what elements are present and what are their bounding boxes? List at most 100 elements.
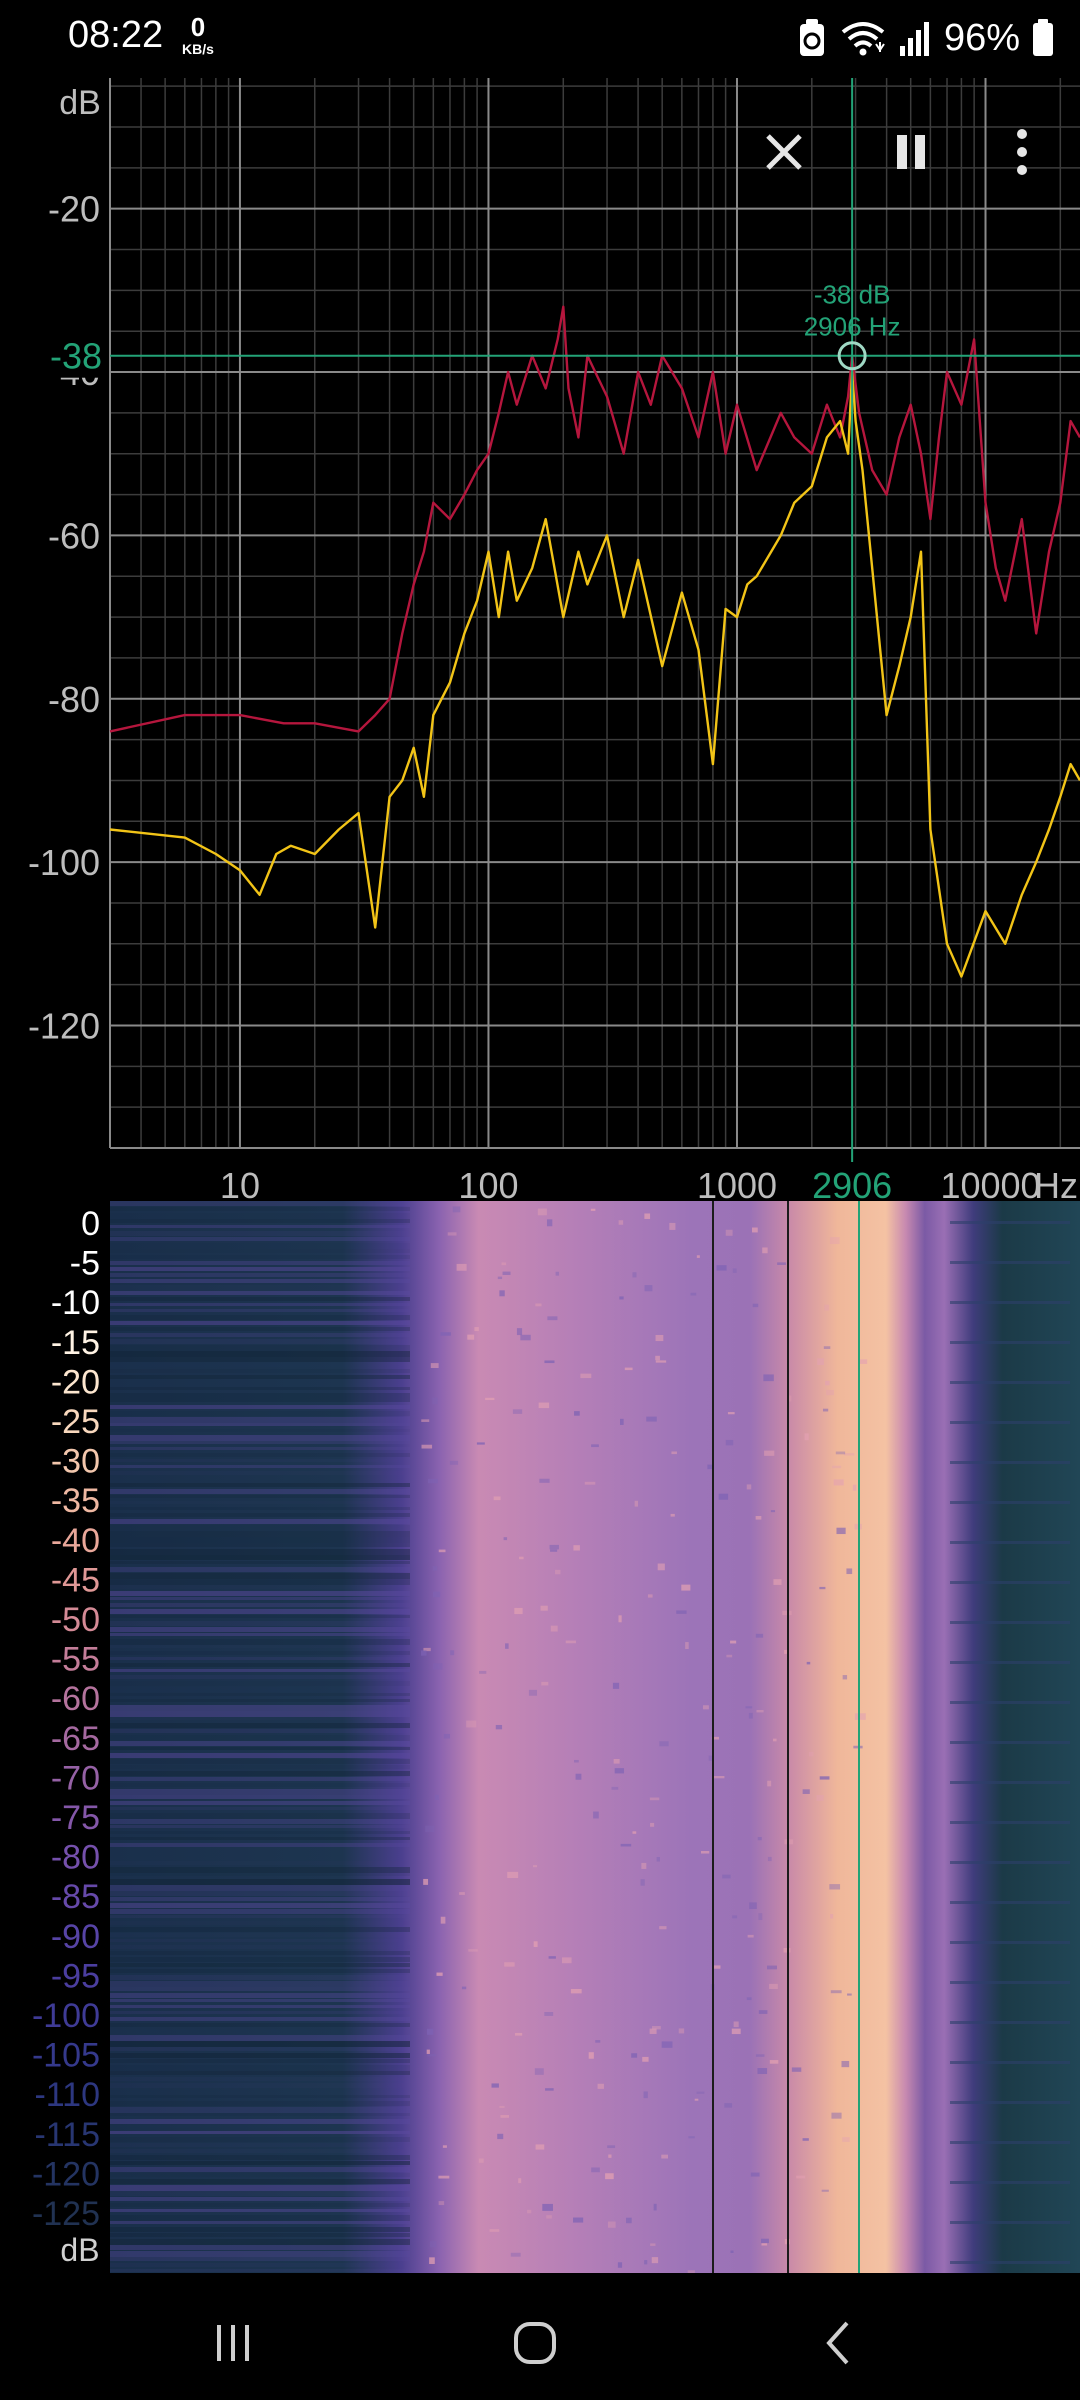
spectrogram-texture <box>762 1247 768 1254</box>
spectrogram-chart[interactable]: 0-5-10-15-20-25-30-35-40-45-50-55-60-65-… <box>0 1201 1080 2274</box>
spectrogram-texture <box>110 1369 410 1373</box>
spectrogram-texture <box>110 1825 410 1828</box>
spectrogram-texture <box>746 1997 752 2001</box>
spectrogram-texture <box>649 1797 660 1801</box>
spectrogram-texture <box>620 1843 632 1847</box>
spectrogram-texture <box>505 1643 509 1649</box>
battery-percent: 96% <box>943 16 1020 59</box>
spectrogram-unit-label: dB <box>60 2232 99 2268</box>
spectrogram-texture <box>110 2191 410 2196</box>
spectrogram-texture <box>950 1581 1070 1584</box>
spectrogram-texture <box>474 1327 479 1332</box>
spectrogram-texture <box>110 1621 410 1626</box>
spectrogram-texture <box>678 2028 685 2034</box>
x-unit-label: Hz <box>1034 1165 1078 1201</box>
spectrogram-texture <box>655 1355 660 1361</box>
spectrogram-texture <box>817 1358 824 1365</box>
spectrogram-texture <box>545 2088 554 2091</box>
spectrogram-texture <box>824 1304 830 1311</box>
spectrogram-texture <box>110 1597 410 1600</box>
spectrogram-texture <box>632 1272 637 1278</box>
spectrogram-texture <box>110 1777 410 1781</box>
x-tick-label: 10 <box>220 1165 260 1201</box>
spectrogram-texture <box>763 1374 774 1382</box>
spectrogram-texture <box>755 1516 762 1520</box>
spectrogram-texture <box>466 1720 477 1728</box>
pause-button[interactable] <box>876 117 946 187</box>
spectrogram-texture <box>520 1334 531 1341</box>
spectrogram-texture <box>432 1591 441 1598</box>
spectrogram-texture <box>806 1661 811 1665</box>
spectrogram-texture <box>110 1753 410 1758</box>
spectrogram-texture <box>750 2172 760 2177</box>
spectrum-chart[interactable]: -20-40-60-80-100-120 10100100010000Hz -3… <box>0 78 1080 1218</box>
spectrogram-texture <box>950 1541 1070 1544</box>
spectrogram-texture <box>110 2029 410 2035</box>
spectrogram-texture <box>110 1399 410 1402</box>
spectrogram-texture <box>110 1567 410 1572</box>
spectrogram-texture <box>546 2215 552 2219</box>
spectrogram-texture <box>110 1969 410 1973</box>
spectrogram-texture <box>110 1993 410 1998</box>
spectrogram-texture <box>950 2181 1070 2184</box>
spectrogram-texture <box>611 1786 619 1790</box>
y-tick-label: -80 <box>48 679 100 720</box>
spectrogram-texture <box>110 1351 410 1357</box>
spectrogram-texture <box>110 1225 410 1228</box>
cursor-readout-db: -38 dB <box>814 280 891 310</box>
spectrogram-texture <box>950 1501 1070 1504</box>
spectrogram-texture <box>110 1345 410 1351</box>
spectrogram-texture <box>461 1986 467 1990</box>
spectrogram-texture <box>110 1297 410 1301</box>
time-tick-label: -15 <box>51 1324 100 1362</box>
spectrogram-texture <box>514 1607 523 1615</box>
spectrogram-texture <box>452 1206 461 1213</box>
spectrogram-texture <box>853 1745 863 1749</box>
spectrogram-texture <box>110 2179 410 2184</box>
spectrogram-texture <box>647 1594 653 1598</box>
spectrogram-texture <box>626 2217 632 2224</box>
spectrogram-texture <box>110 2041 410 2047</box>
spectrogram-texture <box>842 1675 848 1680</box>
time-tick-label: -85 <box>51 1878 100 1916</box>
time-tick-label: -115 <box>34 2116 100 2154</box>
spectrogram-texture <box>110 2083 410 2088</box>
close-button[interactable] <box>749 117 819 187</box>
back-button[interactable] <box>798 2303 878 2383</box>
spectrogram-texture <box>512 1409 523 1414</box>
spectrogram-texture <box>580 1373 592 1379</box>
spectrogram-texture <box>544 2012 554 2016</box>
spectrogram-texture <box>591 2167 600 2173</box>
spectrogram-texture <box>749 1902 757 1910</box>
home-button[interactable] <box>495 2303 575 2383</box>
spectrogram-texture <box>110 2233 410 2237</box>
spectrogram-texture <box>671 1451 677 1455</box>
spectrogram-texture <box>110 1207 410 1211</box>
spectrogram-texture <box>110 2107 410 2113</box>
spectrogram-panel[interactable]: 0 -5 -10 -15 -20 -25 -30 -35 -40 -45 -50 -55 -60 -65-… <box>0 1201 1080 2274</box>
spectrogram-texture <box>597 2083 604 2089</box>
spectrogram-texture <box>950 2101 1070 2104</box>
spectrogram-texture <box>110 1771 410 1776</box>
spectrogram-texture <box>757 2068 768 2075</box>
spectrogram-texture <box>773 1579 782 1585</box>
spectrogram-texture <box>436 1972 443 1976</box>
spectrogram-texture <box>730 1640 737 1644</box>
spectrogram-texture <box>544 1360 555 1364</box>
spectrogram-texture <box>440 1916 446 1924</box>
cursor-freq-axis-label: 2906 <box>812 1165 892 1201</box>
cursor-db-axis-label: -38 <box>50 336 102 377</box>
spectrogram-texture <box>607 2221 616 2228</box>
spectrogram-texture <box>854 1713 866 1720</box>
more-options-button[interactable] <box>987 117 1057 187</box>
spectrogram-texture <box>669 1222 676 1230</box>
recents-button[interactable] <box>193 2303 273 2383</box>
spectrogram-texture <box>535 1303 542 1307</box>
spectrogram-texture <box>713 1775 725 1779</box>
spectrogram-texture <box>590 1208 596 1211</box>
spectrogram-texture <box>110 1261 410 1265</box>
spectrogram-texture <box>619 1296 624 1300</box>
spectrum-panel[interactable]: -20-40-60-80-100-120 10100100010000Hz -3… <box>0 78 1080 1218</box>
spectrogram-texture <box>110 1393 410 1399</box>
spectrogram-texture <box>950 1261 1070 1264</box>
